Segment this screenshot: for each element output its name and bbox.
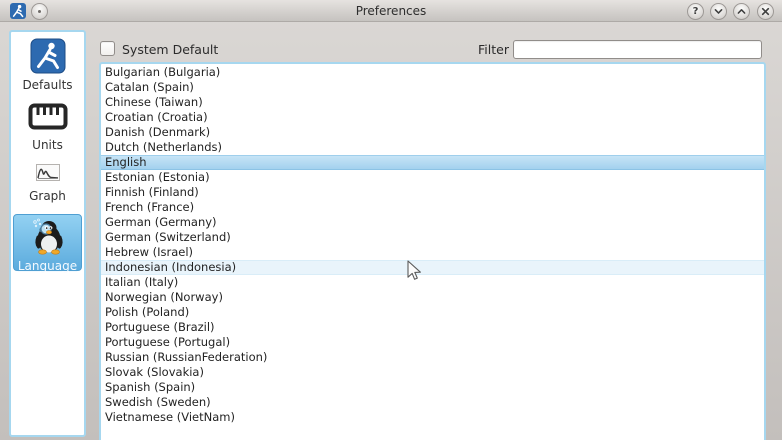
language-row[interactable]: Russian (RussianFederation) xyxy=(101,350,764,365)
language-row[interactable]: German (Germany) xyxy=(101,215,764,230)
titlebar[interactable]: Preferences ? xyxy=(0,0,782,22)
language-row[interactable]: Slovak (Slovakia) xyxy=(101,365,764,380)
profile-graph-icon xyxy=(11,162,84,186)
diver-icon xyxy=(11,38,84,78)
shade-button[interactable] xyxy=(710,3,727,20)
language-row[interactable]: Chinese (Taiwan) xyxy=(101,95,764,110)
language-list[interactable]: Bulgarian (Bulgaria)Catalan (Spain)Chine… xyxy=(99,62,766,440)
language-row[interactable]: Danish (Denmark) xyxy=(101,125,764,140)
language-row[interactable]: Catalan (Spain) xyxy=(101,80,764,95)
sidebar-item-language[interactable]: Language xyxy=(13,214,82,271)
language-row[interactable]: Vietnamese (VietNam) xyxy=(101,410,764,425)
system-default-label: System Default xyxy=(122,42,218,57)
language-row[interactable]: Swedish (Sweden) xyxy=(101,395,764,410)
keep-above-button[interactable] xyxy=(733,3,750,20)
question-icon: ? xyxy=(693,6,699,17)
window-title: Preferences xyxy=(0,0,782,22)
language-row[interactable]: Estonian (Estonia) xyxy=(101,170,764,185)
preferences-window: { "window": { "title": "Preferences", "a… xyxy=(0,0,782,440)
chevron-up-icon xyxy=(736,6,747,17)
language-row[interactable]: Hebrew (Israel) xyxy=(101,245,764,260)
language-row[interactable]: French (France) xyxy=(101,200,764,215)
language-row[interactable]: Italian (Italy) xyxy=(101,275,764,290)
sidebar-item-label: Language xyxy=(14,259,81,273)
filter-label: Filter xyxy=(478,42,509,57)
language-row[interactable]: Finnish (Finland) xyxy=(101,185,764,200)
filter-input[interactable] xyxy=(513,40,762,59)
close-button[interactable] xyxy=(757,3,774,20)
sidebar-item-units[interactable]: Units xyxy=(11,100,84,152)
language-row[interactable]: Spanish (Spain) xyxy=(101,380,764,395)
language-row[interactable]: German (Switzerland) xyxy=(101,230,764,245)
chevron-down-icon xyxy=(713,6,724,17)
language-row[interactable]: Portuguese (Portugal) xyxy=(101,335,764,350)
language-row[interactable]: Polish (Poland) xyxy=(101,305,764,320)
sidebar-item-label: Graph xyxy=(11,189,84,203)
language-row[interactable]: English xyxy=(101,155,764,170)
close-icon xyxy=(760,6,771,17)
sidebar-item-label: Defaults xyxy=(11,78,84,92)
category-sidebar: Defaults Units Graph xyxy=(9,30,86,437)
system-default-checkbox[interactable] xyxy=(100,41,115,56)
ruler-icon xyxy=(11,100,84,134)
help-button[interactable]: ? xyxy=(687,3,704,20)
language-row[interactable]: Croatian (Croatia) xyxy=(101,110,764,125)
tux-scuba-icon xyxy=(14,215,81,259)
sidebar-item-defaults[interactable]: Defaults xyxy=(11,38,84,92)
sidebar-item-graph[interactable]: Graph xyxy=(11,162,84,203)
language-row[interactable]: Dutch (Netherlands) xyxy=(101,140,764,155)
language-row[interactable]: Indonesian (Indonesia) xyxy=(101,260,764,275)
language-row[interactable]: Bulgarian (Bulgaria) xyxy=(101,65,764,80)
sidebar-item-label: Units xyxy=(11,138,84,152)
language-row[interactable]: Portuguese (Brazil) xyxy=(101,320,764,335)
language-row[interactable]: Norwegian (Norway) xyxy=(101,290,764,305)
